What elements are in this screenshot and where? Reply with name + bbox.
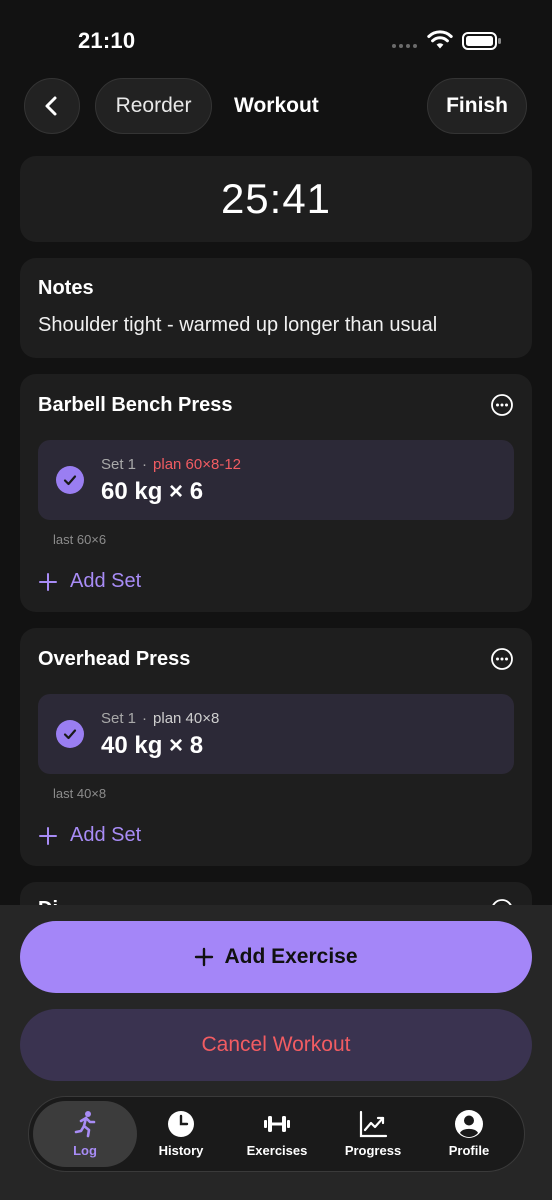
more-options-icon[interactable] <box>490 393 514 417</box>
signal-icon <box>392 44 417 48</box>
page-title: Workout <box>234 94 319 117</box>
back-button[interactable] <box>24 78 80 134</box>
add-set-label: Add Set <box>70 570 142 592</box>
status-time: 21:10 <box>78 28 136 53</box>
bottom-action-sheet: Add Exercise Cancel Workout Log History <box>0 905 552 1200</box>
cancel-workout-button[interactable]: Cancel Workout <box>20 1009 532 1081</box>
set-value: 60 kg × 6 <box>101 478 204 505</box>
chevron-left-icon <box>45 96 57 116</box>
wifi-icon <box>427 30 453 49</box>
set-complete-checkbox[interactable] <box>56 720 84 748</box>
add-exercise-label: Add Exercise <box>224 945 358 968</box>
tab-history[interactable]: History <box>129 1101 233 1167</box>
add-set-button[interactable]: Add Set <box>38 570 141 593</box>
dumbbell-icon <box>264 1116 290 1132</box>
exercise-name: Barbell Bench Press <box>38 394 233 416</box>
checkmark-icon <box>63 729 77 740</box>
notes-text: Shoulder tight - warmed up longer than u… <box>38 314 438 336</box>
exercise-card: Barbell Bench Press Set 1 · plan 60×8-12… <box>20 374 532 612</box>
add-set-button[interactable]: Add Set <box>38 824 141 847</box>
timer-card: 25:41 <box>20 156 532 242</box>
run-icon <box>74 1111 96 1138</box>
tab-profile[interactable]: Profile <box>417 1101 521 1167</box>
set-row[interactable]: Set 1 · plan 40×8 40 kg × 8 <box>38 694 514 774</box>
profile-icon <box>455 1110 483 1138</box>
status-bar: 21:10 <box>0 0 552 80</box>
more-options-icon[interactable] <box>490 647 514 671</box>
add-set-label: Add Set <box>70 824 142 846</box>
exercise-name: Overhead Press <box>38 648 191 670</box>
set-meta: Set 1 · plan 60×8-12 <box>101 456 241 473</box>
tab-label: History <box>158 1143 204 1158</box>
header: Reorder Workout Finish <box>0 78 552 134</box>
finish-button[interactable]: Finish <box>427 78 527 134</box>
add-exercise-button[interactable]: Add Exercise <box>20 921 532 993</box>
tab-log[interactable]: Log <box>33 1101 137 1167</box>
clock-icon <box>168 1111 194 1137</box>
reorder-button[interactable]: Reorder <box>95 78 212 134</box>
set-value: 40 kg × 8 <box>101 732 204 759</box>
notes-card[interactable]: Notes Shoulder tight - warmed up longer … <box>20 258 532 358</box>
set-separator: · <box>142 456 148 473</box>
tab-label: Log <box>73 1143 97 1158</box>
set-complete-checkbox[interactable] <box>56 466 84 494</box>
set-label: Set 1 <box>101 710 137 727</box>
chart-icon <box>359 1110 388 1138</box>
battery-icon <box>462 32 501 50</box>
tab-exercises[interactable]: Exercises <box>225 1101 329 1167</box>
tab-progress[interactable]: Progress <box>321 1101 425 1167</box>
exercise-card: Overhead Press Set 1 · plan 40×8 40 kg ×… <box>20 628 532 866</box>
plus-icon <box>39 826 57 845</box>
plus-icon <box>195 947 214 967</box>
plus-icon <box>39 572 57 591</box>
workout-timer: 25:41 <box>220 175 332 222</box>
set-meta: Set 1 · plan 40×8 <box>101 710 219 727</box>
tab-label: Profile <box>448 1143 490 1158</box>
set-label: Set 1 <box>101 456 137 473</box>
notes-label: Notes <box>38 277 94 299</box>
tab-label: Exercises <box>246 1143 308 1158</box>
checkmark-icon <box>63 475 77 486</box>
last-performance: last 40×8 <box>53 786 107 801</box>
set-plan: plan 60×8-12 <box>153 456 242 473</box>
tab-bar: Log History Exercises Progress Profile <box>28 1096 525 1172</box>
set-separator: · <box>142 710 148 727</box>
set-plan: plan 40×8 <box>153 710 220 727</box>
last-performance: last 60×6 <box>53 532 107 547</box>
set-row[interactable]: Set 1 · plan 60×8-12 60 kg × 6 <box>38 440 514 520</box>
tab-label: Progress <box>344 1143 402 1158</box>
